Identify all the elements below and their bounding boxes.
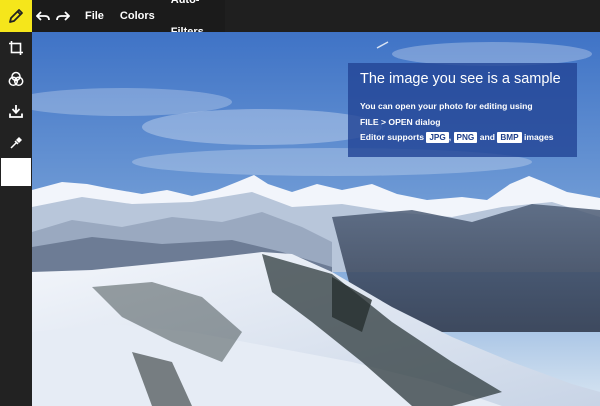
colors-menu[interactable]: Colors xyxy=(112,0,163,32)
pencil-tool-button[interactable] xyxy=(0,0,32,32)
download-tool-button[interactable] xyxy=(0,95,32,127)
download-icon xyxy=(9,105,23,118)
format-badge-jpg: JPG xyxy=(426,132,449,143)
eyedropper-icon xyxy=(10,137,22,149)
sample-panel-line-2: FILE > OPEN dialog xyxy=(360,116,441,127)
format-comma: , xyxy=(448,132,452,142)
top-toolbar: File Colors Auto-Filters xyxy=(32,0,225,38)
file-menu[interactable]: File xyxy=(77,0,112,32)
supports-prefix: Editor supports xyxy=(360,132,424,142)
sample-panel-line-3: Editor supports JPG, PNG and BMP images xyxy=(360,130,565,146)
current-color-swatch[interactable] xyxy=(1,158,31,186)
crop-icon xyxy=(9,41,23,55)
eyedropper-tool-button[interactable] xyxy=(0,127,32,159)
pencil-icon xyxy=(9,9,23,23)
undo-button[interactable] xyxy=(35,0,51,32)
supports-suffix: images xyxy=(523,132,554,142)
redo-arrow-icon xyxy=(55,11,70,21)
colors-tool-button[interactable] xyxy=(0,63,32,95)
format-badge-png: PNG xyxy=(453,132,478,143)
sample-panel-line-1: You can open your photo for editing usin… xyxy=(360,101,533,111)
sample-info-panel: The image you see is a sample You can op… xyxy=(348,63,577,157)
sample-panel-title: The image you see is a sample xyxy=(360,71,561,87)
tool-sidebar xyxy=(0,0,32,406)
undo-arrow-icon xyxy=(36,11,51,21)
format-and: and xyxy=(479,132,495,142)
color-circles-icon xyxy=(8,71,24,87)
redo-button[interactable] xyxy=(54,0,70,32)
crop-tool-button[interactable] xyxy=(0,32,32,64)
format-badge-bmp: BMP xyxy=(497,132,522,143)
